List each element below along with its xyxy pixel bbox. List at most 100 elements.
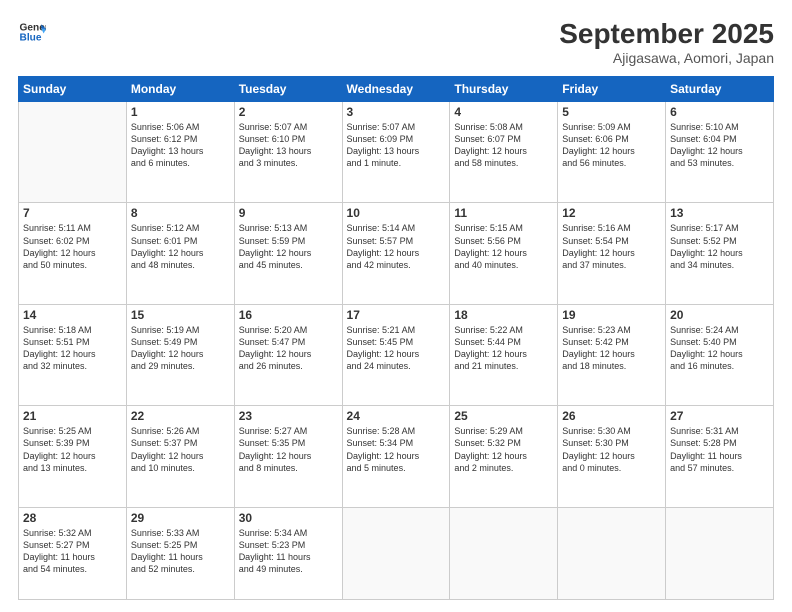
- page: General Blue September 2025 Ajigasawa, A…: [0, 0, 792, 612]
- day-number: 20: [670, 308, 769, 322]
- day-number: 24: [347, 409, 446, 423]
- calendar-cell: 27Sunrise: 5:31 AM Sunset: 5:28 PM Dayli…: [666, 406, 774, 507]
- day-number: 15: [131, 308, 230, 322]
- cell-daylight-info: Sunrise: 5:11 AM Sunset: 6:02 PM Dayligh…: [23, 222, 122, 271]
- cell-daylight-info: Sunrise: 5:27 AM Sunset: 5:35 PM Dayligh…: [239, 425, 338, 474]
- day-of-week-header: Friday: [558, 77, 666, 102]
- calendar-week-row: 21 Sunrise: 5:25 AM Sunset: 5:39 PM Dayli…: [19, 406, 774, 507]
- cell-daylight-info: Sunrise: 5:06 AM Sunset: 6:12 PM Dayligh…: [131, 121, 230, 170]
- day-number: 3: [347, 105, 446, 119]
- day-number: 19: [562, 308, 661, 322]
- calendar-cell: 6 Sunrise: 5:10 AM Sunset: 6:04 PM Daylig…: [666, 102, 774, 203]
- calendar-cell: 17Sunrise: 5:21 AM Sunset: 5:45 PM Dayli…: [342, 304, 450, 405]
- cell-daylight-info: Sunrise: 5:33 AM Sunset: 5:25 PM Dayligh…: [131, 527, 230, 576]
- cell-daylight-info: Sunrise: 5:26 AM Sunset: 5:37 PM Dayligh…: [131, 425, 230, 474]
- day-number: 5: [562, 105, 661, 119]
- day-number: 1: [131, 105, 230, 119]
- cell-daylight-info: Sunrise: 5:16 AM Sunset: 5:54 PM Dayligh…: [562, 222, 661, 271]
- calendar-cell: 18 Sunrise: 5:22 AM Sunset: 5:44 PM Dayli…: [450, 304, 558, 405]
- calendar-cell: 3 Sunrise: 5:07 AM Sunset: 6:09 PM Daylig…: [342, 102, 450, 203]
- calendar-cell: 13Sunrise: 5:17 AM Sunset: 5:52 PM Dayli…: [666, 203, 774, 304]
- day-number: 25: [454, 409, 553, 423]
- title-block: September 2025 Ajigasawa, Aomori, Japan: [559, 18, 774, 66]
- calendar-cell: 14Sunrise: 5:18 AM Sunset: 5:51 PM Dayli…: [19, 304, 127, 405]
- cell-daylight-info: Sunrise: 5:32 AM Sunset: 5:27 PM Dayligh…: [23, 527, 122, 576]
- cell-daylight-info: Sunrise: 5:07 AM Sunset: 6:09 PM Dayligh…: [347, 121, 446, 170]
- cell-daylight-info: Sunrise: 5:22 AM Sunset: 5:44 PM Dayligh…: [454, 324, 553, 373]
- calendar-week-row: 14Sunrise: 5:18 AM Sunset: 5:51 PM Dayli…: [19, 304, 774, 405]
- calendar-title: September 2025: [559, 18, 774, 50]
- cell-daylight-info: Sunrise: 5:29 AM Sunset: 5:32 PM Dayligh…: [454, 425, 553, 474]
- cell-daylight-info: Sunrise: 5:14 AM Sunset: 5:57 PM Dayligh…: [347, 222, 446, 271]
- day-number: 7: [23, 206, 122, 220]
- calendar-cell: 19 Sunrise: 5:23 AM Sunset: 5:42 PM Dayli…: [558, 304, 666, 405]
- day-number: 6: [670, 105, 769, 119]
- calendar-cell: 28 Sunrise: 5:32 AM Sunset: 5:27 PM Dayli…: [19, 507, 127, 599]
- day-number: 26: [562, 409, 661, 423]
- cell-daylight-info: Sunrise: 5:15 AM Sunset: 5:56 PM Dayligh…: [454, 222, 553, 271]
- cell-daylight-info: Sunrise: 5:08 AM Sunset: 6:07 PM Dayligh…: [454, 121, 553, 170]
- day-of-week-header: Saturday: [666, 77, 774, 102]
- calendar-week-row: 7 Sunrise: 5:11 AM Sunset: 6:02 PM Daylig…: [19, 203, 774, 304]
- calendar-cell: 1 Sunrise: 5:06 AM Sunset: 6:12 PM Daylig…: [126, 102, 234, 203]
- day-number: 10: [347, 206, 446, 220]
- calendar-cell: 20Sunrise: 5:24 AM Sunset: 5:40 PM Dayli…: [666, 304, 774, 405]
- cell-daylight-info: Sunrise: 5:31 AM Sunset: 5:28 PM Dayligh…: [670, 425, 769, 474]
- calendar-cell: 11 Sunrise: 5:15 AM Sunset: 5:56 PM Dayli…: [450, 203, 558, 304]
- cell-daylight-info: Sunrise: 5:07 AM Sunset: 6:10 PM Dayligh…: [239, 121, 338, 170]
- cell-daylight-info: Sunrise: 5:20 AM Sunset: 5:47 PM Dayligh…: [239, 324, 338, 373]
- day-number: 22: [131, 409, 230, 423]
- day-number: 28: [23, 511, 122, 525]
- calendar-cell: [450, 507, 558, 599]
- cell-daylight-info: Sunrise: 5:13 AM Sunset: 5:59 PM Dayligh…: [239, 222, 338, 271]
- days-header-row: SundayMondayTuesdayWednesdayThursdayFrid…: [19, 77, 774, 102]
- cell-daylight-info: Sunrise: 5:12 AM Sunset: 6:01 PM Dayligh…: [131, 222, 230, 271]
- calendar-cell: 10 Sunrise: 5:14 AM Sunset: 5:57 PM Dayli…: [342, 203, 450, 304]
- calendar-cell: 21 Sunrise: 5:25 AM Sunset: 5:39 PM Dayli…: [19, 406, 127, 507]
- calendar-cell: 29 Sunrise: 5:33 AM Sunset: 5:25 PM Dayli…: [126, 507, 234, 599]
- cell-daylight-info: Sunrise: 5:28 AM Sunset: 5:34 PM Dayligh…: [347, 425, 446, 474]
- day-number: 14: [23, 308, 122, 322]
- cell-daylight-info: Sunrise: 5:23 AM Sunset: 5:42 PM Dayligh…: [562, 324, 661, 373]
- calendar-cell: 12 Sunrise: 5:16 AM Sunset: 5:54 PM Dayli…: [558, 203, 666, 304]
- calendar-cell: 15Sunrise: 5:19 AM Sunset: 5:49 PM Dayli…: [126, 304, 234, 405]
- day-number: 18: [454, 308, 553, 322]
- day-number: 16: [239, 308, 338, 322]
- cell-daylight-info: Sunrise: 5:21 AM Sunset: 5:45 PM Dayligh…: [347, 324, 446, 373]
- day-of-week-header: Monday: [126, 77, 234, 102]
- calendar-cell: 2 Sunrise: 5:07 AM Sunset: 6:10 PM Daylig…: [234, 102, 342, 203]
- cell-daylight-info: Sunrise: 5:09 AM Sunset: 6:06 PM Dayligh…: [562, 121, 661, 170]
- day-number: 12: [562, 206, 661, 220]
- calendar-cell: 23 Sunrise: 5:27 AM Sunset: 5:35 PM Dayli…: [234, 406, 342, 507]
- day-of-week-header: Wednesday: [342, 77, 450, 102]
- day-number: 2: [239, 105, 338, 119]
- calendar-cell: 26Sunrise: 5:30 AM Sunset: 5:30 PM Dayli…: [558, 406, 666, 507]
- day-number: 4: [454, 105, 553, 119]
- day-number: 11: [454, 206, 553, 220]
- calendar-cell: 24 Sunrise: 5:28 AM Sunset: 5:34 PM Dayli…: [342, 406, 450, 507]
- calendar-cell: 8 Sunrise: 5:12 AM Sunset: 6:01 PM Daylig…: [126, 203, 234, 304]
- header: General Blue September 2025 Ajigasawa, A…: [18, 18, 774, 66]
- calendar-subtitle: Ajigasawa, Aomori, Japan: [559, 50, 774, 66]
- cell-daylight-info: Sunrise: 5:25 AM Sunset: 5:39 PM Dayligh…: [23, 425, 122, 474]
- logo: General Blue: [18, 18, 46, 46]
- calendar-cell: [342, 507, 450, 599]
- calendar-cell: 16 Sunrise: 5:20 AM Sunset: 5:47 PM Dayli…: [234, 304, 342, 405]
- calendar-cell: [19, 102, 127, 203]
- calendar-cell: 9 Sunrise: 5:13 AM Sunset: 5:59 PM Daylig…: [234, 203, 342, 304]
- day-number: 29: [131, 511, 230, 525]
- day-number: 30: [239, 511, 338, 525]
- calendar-cell: [666, 507, 774, 599]
- cell-daylight-info: Sunrise: 5:10 AM Sunset: 6:04 PM Dayligh…: [670, 121, 769, 170]
- calendar-cell: 30Sunrise: 5:34 AM Sunset: 5:23 PM Dayli…: [234, 507, 342, 599]
- calendar-cell: [558, 507, 666, 599]
- day-number: 8: [131, 206, 230, 220]
- calendar-cell: 22 Sunrise: 5:26 AM Sunset: 5:37 PM Dayli…: [126, 406, 234, 507]
- day-number: 23: [239, 409, 338, 423]
- day-number: 21: [23, 409, 122, 423]
- calendar-table: SundayMondayTuesdayWednesdayThursdayFrid…: [18, 76, 774, 600]
- day-number: 9: [239, 206, 338, 220]
- day-of-week-header: Tuesday: [234, 77, 342, 102]
- calendar-cell: 25 Sunrise: 5:29 AM Sunset: 5:32 PM Dayli…: [450, 406, 558, 507]
- calendar-week-row: 28 Sunrise: 5:32 AM Sunset: 5:27 PM Dayli…: [19, 507, 774, 599]
